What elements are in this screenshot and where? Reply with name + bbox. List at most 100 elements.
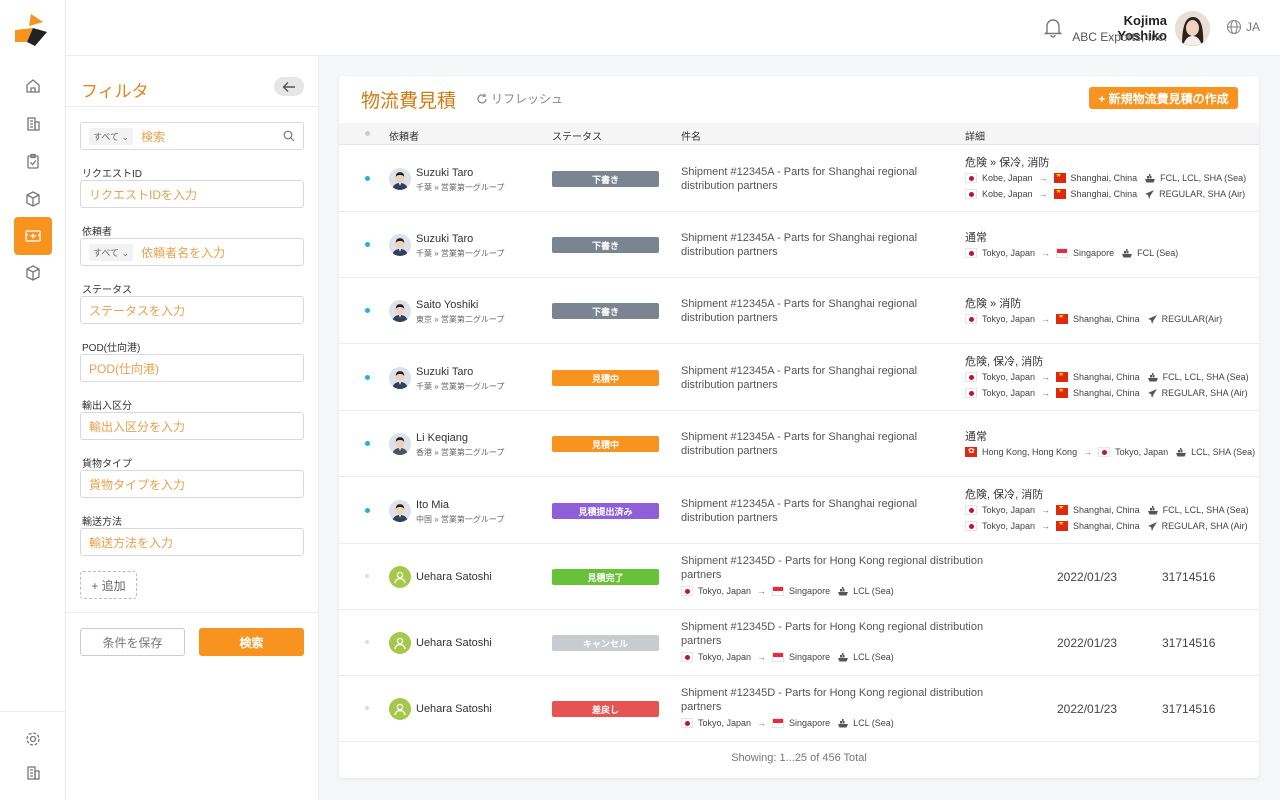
shipment-subject[interactable]: Shipment #12345A - Parts for Shanghai re… <box>681 231 941 259</box>
route-destination: Shanghai, China <box>1073 505 1140 515</box>
table-row[interactable]: Ito Mia 中国 » 営業第一グループ 見積提出済み Shipment #1234… <box>339 477 1259 544</box>
top-header: Kojima Yoshiko ABC Exports, Inc. JA <box>66 0 1280 56</box>
language-switcher[interactable]: JA <box>1226 19 1260 35</box>
cargo-detail: 危険, 保冷, 消防 <box>965 356 1044 368</box>
new-quote-button[interactable]: + 新規物流費見積の作成 <box>1089 87 1238 109</box>
requester-dept: 千葉 » 営業第一グループ <box>416 249 505 258</box>
requester-name[interactable]: Ito Mia <box>416 499 449 511</box>
status-badge: 下書き <box>552 171 659 187</box>
notification-bell-icon[interactable] <box>1042 16 1064 38</box>
col-requester[interactable]: 依頼者 <box>389 128 419 143</box>
pod-input[interactable]: POD(仕向港) <box>80 354 304 382</box>
search-icon[interactable] <box>283 130 295 142</box>
divider <box>66 106 319 107</box>
user-company: ABC Exports, Inc. <box>1072 30 1167 44</box>
app-logo[interactable] <box>13 12 49 48</box>
shipment-subject[interactable]: Shipment #12345A - Parts for Shanghai re… <box>681 297 941 325</box>
clipboard-check-icon[interactable] <box>14 142 52 180</box>
refresh-button[interactable]: リフレッシュ <box>476 90 563 107</box>
request-id-input[interactable]: リクエストIDを入力 <box>80 180 304 208</box>
table-row[interactable]: Saito Yoshiki 東京 » 営業第二グループ 下書き Shipment #1… <box>339 278 1259 344</box>
requester-dept: 中国 » 営業第一グループ <box>416 515 505 524</box>
pod-label: POD(仕向港) <box>82 343 141 354</box>
requester-name[interactable]: Suzuki Taro <box>416 233 473 245</box>
shipment-subject[interactable]: Shipment #12345A - Parts for Shanghai re… <box>681 497 941 525</box>
transport-mode-label: LCL, SHA (Sea) <box>1191 447 1256 457</box>
table-row[interactable]: Suzuki Taro 千葉 » 営業第一グループ 下書き Shipment #123… <box>339 145 1259 212</box>
package-icon[interactable] <box>14 180 52 218</box>
route-destination: Shanghai, China <box>1073 314 1140 324</box>
search-scope-select[interactable]: すべて ⌄ <box>89 127 134 145</box>
company-icon[interactable] <box>14 754 52 792</box>
ship-icon <box>1147 505 1158 514</box>
table-row[interactable]: Li Keqiang 香港 » 営業第二グループ 見積中 Shipment #1234… <box>339 411 1259 477</box>
plane-icon <box>1147 388 1157 398</box>
route-destination: Shanghai, China <box>1073 388 1140 398</box>
quote-icon[interactable] <box>14 217 52 255</box>
status-badge: 見積完了 <box>552 569 659 585</box>
requester-name[interactable]: Saito Yoshiki <box>416 299 478 311</box>
header-dot <box>365 131 370 136</box>
collapse-filter-button[interactable] <box>274 77 304 96</box>
status-input[interactable]: ステータスを入力 <box>80 296 304 324</box>
home-icon[interactable] <box>14 67 52 105</box>
route: Kobe, Japan → Shanghai, China FCL, LCL, SHA… <box>965 171 1246 185</box>
add-filter-button[interactable]: + 追加 <box>80 571 137 599</box>
save-conditions-button[interactable]: 条件を保存 <box>80 628 185 656</box>
shipment-subject[interactable]: Shipment #12345A - Parts for Shanghai re… <box>681 430 941 458</box>
requester-scope-select[interactable]: すべて ⌄ <box>89 243 134 261</box>
shipment-subject[interactable]: Shipment #12345A - Parts for Shanghai re… <box>681 364 941 392</box>
col-detail[interactable]: 詳細 <box>965 128 985 143</box>
table-row[interactable]: Uehara Satoshi キャンセル Shipment #12345D - Pa… <box>339 610 1259 676</box>
status-badge: 差戻し <box>552 701 659 717</box>
col-status[interactable]: ステータス <box>552 128 602 143</box>
col-subject[interactable]: 件名 <box>681 128 701 143</box>
requester-name[interactable]: Uehara Satoshi <box>416 571 492 583</box>
shipment-subject[interactable]: Shipment #12345D - Parts for Hong Kong r… <box>681 620 1011 648</box>
flag-icon <box>1056 314 1069 324</box>
cargo-type-input[interactable]: 貨物タイプを入力 <box>80 470 304 498</box>
transport-mode-label: FCL, LCL, SHA (Sea) <box>1162 372 1249 382</box>
refresh-icon <box>477 93 487 103</box>
arrow-right-icon: → <box>757 652 767 662</box>
settings-icon[interactable] <box>14 720 52 758</box>
table-row[interactable]: Uehara Satoshi 差戻し Shipment #12345D - Part… <box>339 676 1259 742</box>
route-destination: Singapore <box>789 652 831 662</box>
shipment-subject[interactable]: Shipment #12345A - Parts for Shanghai re… <box>681 165 941 193</box>
plane-icon <box>1147 314 1157 324</box>
building-icon[interactable] <box>14 105 52 143</box>
shipment-subject[interactable]: Shipment #12345D - Parts for Hong Kong r… <box>681 686 1011 714</box>
table-row[interactable]: Uehara Satoshi 見積完了 Shipment #12345D - Par… <box>339 544 1259 610</box>
cargo-detail: 危険 » 保冷, 消防 <box>965 157 1050 169</box>
requester-input[interactable]: すべて ⌄ 依頼者名を入力 <box>80 238 304 266</box>
ship-icon <box>1145 173 1156 182</box>
requester-name[interactable]: Uehara Satoshi <box>416 703 492 715</box>
import-export-label: 輸出入区分 <box>82 401 132 412</box>
transport-input[interactable]: 輸送方法を入力 <box>80 528 304 556</box>
requester-dept: 千葉 » 営業第一グループ <box>416 183 505 192</box>
status-label: ステータス <box>82 285 132 296</box>
requester-name[interactable]: Uehara Satoshi <box>416 637 492 649</box>
shipment-subject[interactable]: Shipment #12345D - Parts for Hong Kong r… <box>681 554 1011 582</box>
table-row[interactable]: Suzuki Taro 千葉 » 営業第一グループ 見積中 Shipment #123… <box>339 344 1259 411</box>
status-badge: 下書き <box>552 237 659 253</box>
import-export-input[interactable]: 輸出入区分を入力 <box>80 412 304 440</box>
route-origin: Kobe, Japan <box>982 173 1033 183</box>
ship-icon <box>838 586 849 595</box>
requester-name[interactable]: Suzuki Taro <box>416 167 473 179</box>
requester-name[interactable]: Li Keqiang <box>416 432 468 444</box>
flag-icon <box>772 718 785 728</box>
arrow-left-icon <box>282 81 295 92</box>
search-input[interactable]: すべて ⌄ 検索 <box>80 122 304 150</box>
flag-icon <box>965 388 977 398</box>
table-row[interactable]: Suzuki Taro 千葉 » 営業第一グループ 下書き Shipment #123… <box>339 212 1259 278</box>
route-origin: Kobe, Japan <box>982 189 1033 199</box>
search-button[interactable]: 検索 <box>199 628 304 656</box>
requester-name[interactable]: Suzuki Taro <box>416 366 473 378</box>
user-avatar[interactable] <box>1175 11 1210 46</box>
transport-mode-label: FCL, LCL, SHA (Sea) <box>1162 505 1249 515</box>
divider <box>66 612 319 613</box>
box-icon[interactable] <box>14 254 52 292</box>
nav-rail <box>0 0 66 800</box>
route: Tokyo, Japan → Shanghai, China REGULAR(Air) <box>965 312 1222 326</box>
